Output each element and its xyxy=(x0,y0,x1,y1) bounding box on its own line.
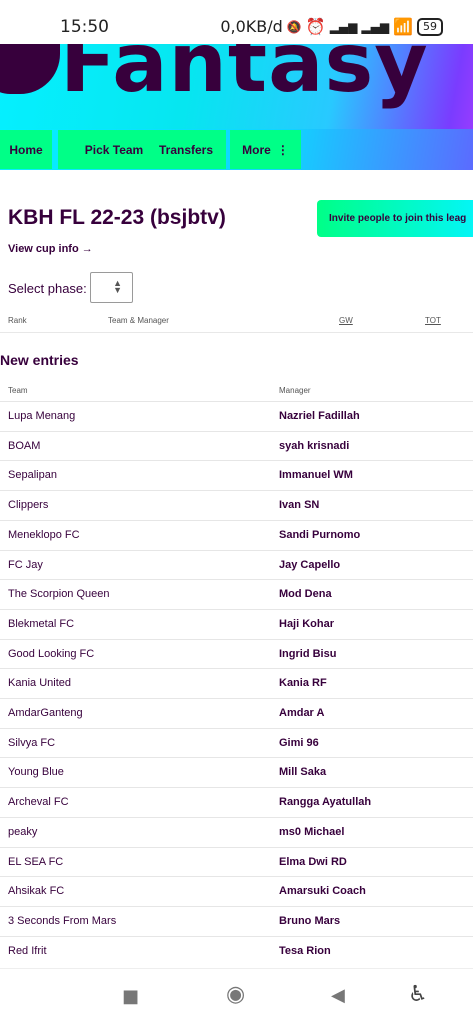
team-name[interactable]: Archeval FC xyxy=(8,796,69,808)
table-row: Good Looking FC Ingrid Bisu xyxy=(0,638,473,669)
table-row: EL SEA FC Elma Dwi RD xyxy=(0,846,473,877)
team-name[interactable]: 3 Seconds From Mars xyxy=(8,915,116,927)
team-name[interactable]: Sepalipan xyxy=(8,469,57,481)
table-row: Archeval FC Rangga Ayatullah xyxy=(0,787,473,817)
signal-icon: ▂▄▆ xyxy=(329,19,358,34)
tab-pick-team-label: Pick Team xyxy=(84,142,144,157)
manager-column-header: Manager xyxy=(279,386,311,395)
team-name[interactable]: The Scorpion Queen xyxy=(8,588,110,600)
manager-name: Mill Saka xyxy=(279,766,327,779)
manager-name: Jay Capello xyxy=(279,558,341,571)
team-manager-header: Team & Manager xyxy=(108,316,169,325)
manager-name: Mod Dena xyxy=(279,588,332,601)
table-row: AmdarGanteng Amdar A xyxy=(0,698,473,728)
table-row: Meneklopo FC Sandi Purnomo xyxy=(0,519,473,550)
manager-name: Nazriel Fadillah xyxy=(279,410,360,422)
tab-transfers[interactable]: Transfers xyxy=(146,130,226,169)
table-row: Silvya FC Gimi 96 xyxy=(0,727,473,758)
signal-icon-2: ▂▄▆ xyxy=(361,19,390,34)
team-name[interactable]: Blekmetal FC xyxy=(8,618,74,630)
team-name[interactable]: Meneklopo FC xyxy=(8,529,80,541)
wifi-icon: 📶 xyxy=(393,17,413,36)
tab-more-label: More xyxy=(242,142,271,157)
table-row: Ahsikak FC Amarsuki Coach xyxy=(0,876,473,906)
team-name[interactable]: peaky xyxy=(8,826,37,838)
manager-name: Ingrid Bisu xyxy=(279,647,337,660)
rank-header: Rank xyxy=(8,316,27,325)
tab-more[interactable]: More ⋮ xyxy=(230,130,301,169)
manager-name: Tesa Rion xyxy=(279,944,331,957)
select-arrows-icon: ▲ ▼ xyxy=(113,278,122,295)
table-row: FC Jay Jay Capello xyxy=(0,549,473,580)
alarm-icon: ⏰ xyxy=(305,17,326,36)
tot-header[interactable]: TOT xyxy=(425,316,441,325)
tab-home[interactable]: Home xyxy=(0,130,52,169)
divider xyxy=(0,332,473,333)
team-name[interactable]: Silvya FC xyxy=(8,737,55,749)
phase-select[interactable]: ▲ ▼ xyxy=(90,272,133,303)
table-row: Kania United Kania RF xyxy=(0,668,473,698)
tab-transfers-label: Transfers xyxy=(158,142,214,157)
phase-label: Select phase: xyxy=(8,281,87,296)
status-bar: 15:50 0,0KB/d 🔕 ⏰ ▂▄▆ ▂▄▆ 📶 59 xyxy=(0,0,473,44)
manager-name: Rangga Ayatullah xyxy=(279,796,372,809)
table-row: Red Ifrit Tesa Rion xyxy=(0,935,473,966)
table-row: BOAM syah krisnadi xyxy=(0,430,473,461)
table-row: Sepalipan Immanuel WM xyxy=(0,460,473,490)
new-entries-title: New entries xyxy=(0,352,79,368)
team-name[interactable]: Clippers xyxy=(8,499,48,511)
home-icon[interactable]: ◉ xyxy=(226,982,245,1007)
table-row: 3 Seconds From Mars Bruno Mars xyxy=(0,905,473,936)
accessibility-icon[interactable]: ♿ xyxy=(408,982,428,1007)
battery-icon: 59 xyxy=(417,17,443,36)
premier-league-lion-icon xyxy=(0,44,60,94)
status-time: 15:50 xyxy=(60,17,109,37)
manager-name: Haji Kohar xyxy=(279,617,335,630)
manager-name: Immanuel WM xyxy=(279,469,353,482)
tab-home-label: Home xyxy=(9,142,43,157)
data-rate: 0,0KB/d xyxy=(220,17,283,36)
team-name[interactable]: Good Looking FC xyxy=(8,648,94,660)
table-row: Young Blue Mill Saka xyxy=(0,757,473,787)
manager-name: Ivan SN xyxy=(279,499,320,512)
team-name[interactable]: Ahsikak FC xyxy=(8,885,64,897)
team-column-header: Team xyxy=(8,386,28,395)
recents-icon[interactable]: ■ xyxy=(122,986,139,1007)
gw-header[interactable]: GW xyxy=(339,316,353,325)
manager-name: syah krisnadi xyxy=(279,439,350,452)
manager-name: Gimi 96 xyxy=(279,736,319,749)
invite-button[interactable]: Invite people to join this leag xyxy=(317,200,473,237)
team-name[interactable]: Red Ifrit xyxy=(8,945,47,957)
status-right: 0,0KB/d 🔕 ⏰ ▂▄▆ ▂▄▆ 📶 59 xyxy=(220,17,443,36)
table-row: The Scorpion Queen Mod Dena xyxy=(0,579,473,609)
fantasy-header: Fantasy xyxy=(0,44,473,129)
manager-name: Elma Dwi RD xyxy=(279,855,347,868)
table-row: peaky ms0 Michael xyxy=(0,816,473,847)
brand-title: Fantasy xyxy=(60,44,429,111)
manager-name: Bruno Mars xyxy=(279,914,341,927)
manager-name: ms0 Michael xyxy=(279,825,345,838)
league-title: KBH FL 22-23 (bsjbtv) xyxy=(8,206,226,229)
team-name[interactable]: Kania United xyxy=(8,677,71,689)
table-row: Clippers Ivan SN xyxy=(0,490,473,520)
manager-name: Amarsuki Coach xyxy=(279,885,366,898)
android-nav-bar: ■ ◉ ◀ ♿ xyxy=(0,968,473,1024)
manager-name: Kania RF xyxy=(279,677,327,690)
team-name[interactable]: AmdarGanteng xyxy=(8,707,83,719)
table-row: Blekmetal FC Haji Kohar xyxy=(0,608,473,639)
kebab-icon: ⋮ xyxy=(276,142,289,157)
team-name[interactable]: BOAM xyxy=(8,440,40,452)
team-name[interactable]: Lupa Menang xyxy=(8,410,75,422)
table-row: Lupa Menang Nazriel Fadillah xyxy=(0,401,473,431)
team-name[interactable]: EL SEA FC xyxy=(8,856,63,868)
team-name[interactable]: FC Jay xyxy=(8,559,43,571)
manager-name: Amdar A xyxy=(279,707,325,719)
mute-icon: 🔕 xyxy=(286,19,302,34)
manager-name: Sandi Purnomo xyxy=(279,528,361,541)
back-icon[interactable]: ◀ xyxy=(331,985,345,1006)
team-name[interactable]: Young Blue xyxy=(8,766,64,778)
view-cup-link[interactable]: View cup info → xyxy=(8,243,93,255)
main-nav: Home Pick Team Transfers More ⋮ xyxy=(0,129,473,170)
